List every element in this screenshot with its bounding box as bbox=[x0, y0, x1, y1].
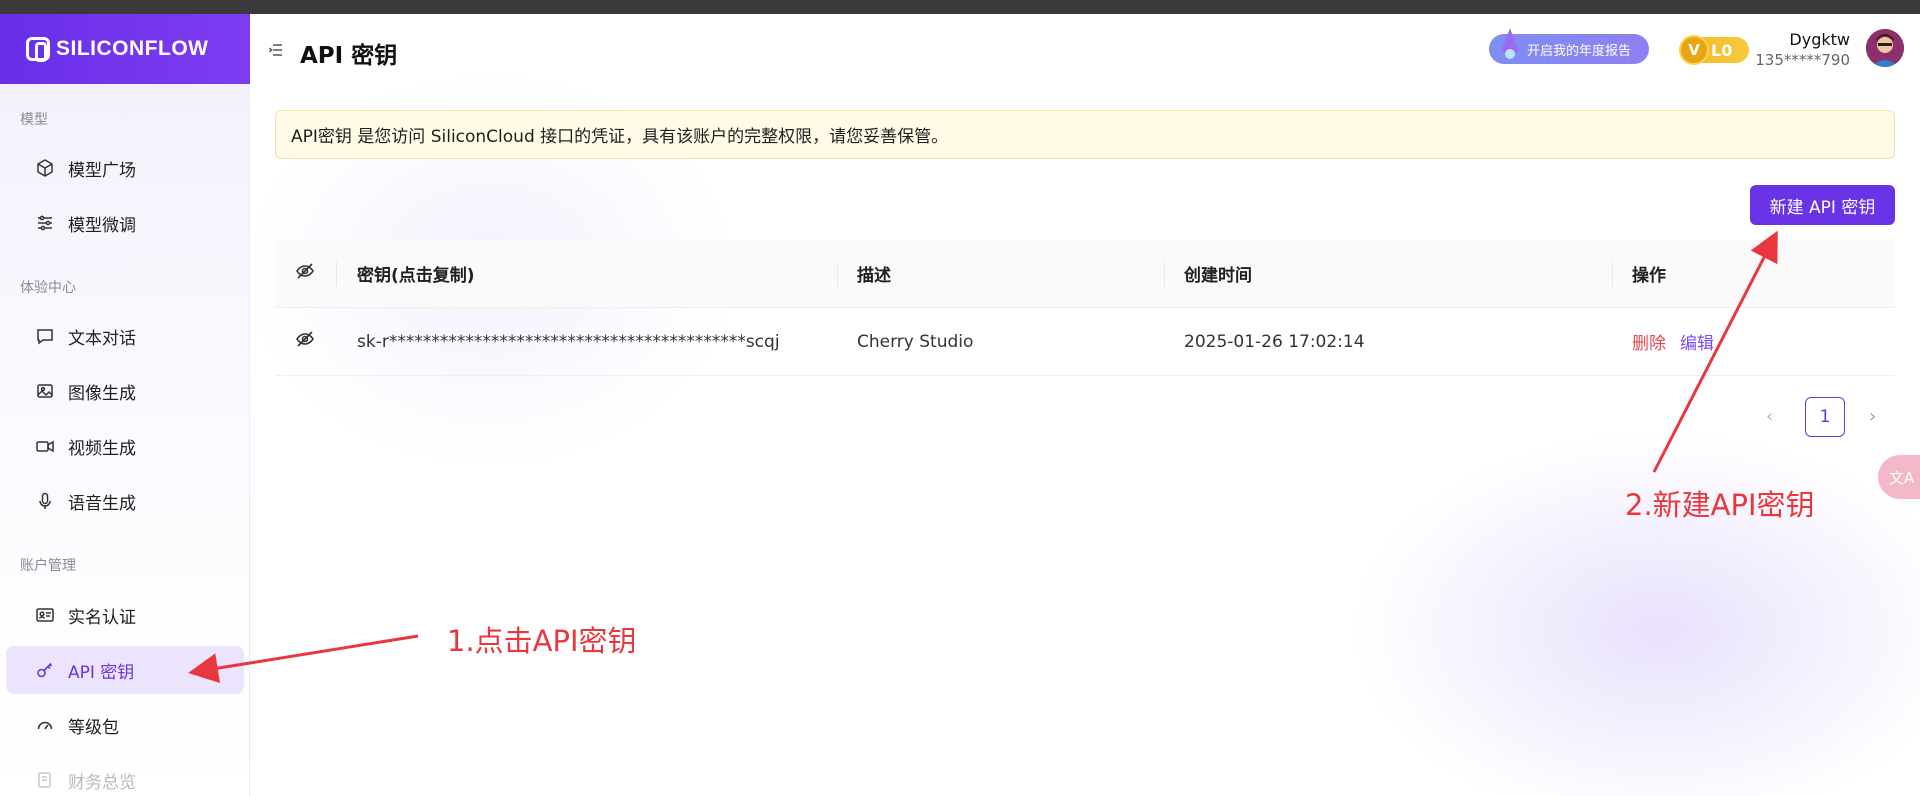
column-header-actions: 操作 bbox=[1632, 266, 1666, 286]
chat-bubble-icon bbox=[34, 325, 56, 347]
video-camera-icon bbox=[34, 435, 56, 457]
column-divider bbox=[1164, 262, 1165, 286]
api-key-description: Cherry Studio bbox=[857, 331, 974, 352]
notice-text: API密钥 是您访问 SiliconCloud 接口的凭证，具有该账户的完整权限… bbox=[291, 127, 949, 147]
pagination-prev-button[interactable]: ‹ bbox=[1766, 406, 1773, 427]
sidebar-item-text-chat[interactable]: 文本对话 bbox=[6, 312, 244, 360]
api-key-actions: 删除 编辑 bbox=[1632, 308, 1714, 375]
eye-slash-icon bbox=[295, 261, 315, 286]
vip-v-icon: V bbox=[1679, 35, 1709, 65]
toggle-visibility-all[interactable] bbox=[275, 240, 335, 307]
sliders-icon bbox=[34, 212, 56, 234]
microphone-icon bbox=[34, 490, 56, 512]
logo[interactable]: SILICONFLOW bbox=[0, 14, 250, 84]
delete-key-link[interactable]: 删除 bbox=[1632, 329, 1666, 354]
api-key-table: 密钥(点击复制) 描述 创建时间 操作 sk-r****************… bbox=[275, 240, 1895, 376]
api-key-value[interactable]: sk-r************************************… bbox=[357, 308, 780, 375]
logo-text: SILICONFLOW bbox=[56, 37, 209, 60]
section-title-models: 模型 bbox=[20, 112, 48, 128]
column-header-key: 密钥(点击复制) bbox=[357, 266, 475, 286]
sidebar-item-label: 语音生成 bbox=[68, 493, 136, 514]
edit-key-link[interactable]: 编辑 bbox=[1680, 329, 1714, 354]
sidebar-item-label: 财务总览 bbox=[68, 772, 136, 793]
sidebar-item-label: 等级包 bbox=[68, 717, 119, 738]
siliconflow-logo-icon bbox=[26, 37, 50, 62]
column-header-created: 创建时间 bbox=[1184, 266, 1252, 286]
sidebar: SILICONFLOW 模型 模型广场 模型微调 体验中心 文本对话 图像生成 … bbox=[0, 14, 250, 796]
collapse-menu-icon[interactable] bbox=[268, 42, 284, 62]
level-badge[interactable]: V L0 bbox=[1679, 35, 1749, 65]
sidebar-item-real-name[interactable]: 实名认证 bbox=[6, 591, 244, 639]
user-phone: 135*****790 bbox=[1755, 51, 1850, 69]
id-card-icon bbox=[34, 604, 56, 626]
sidebar-item-image-gen[interactable]: 图像生成 bbox=[6, 367, 244, 415]
sidebar-item-label: 视频生成 bbox=[68, 438, 136, 459]
avatar[interactable] bbox=[1866, 29, 1904, 67]
sidebar-item-api-keys[interactable]: API 密钥 bbox=[6, 646, 244, 694]
wizard-hat-icon bbox=[1497, 26, 1523, 60]
api-key-created-at: 2025-01-26 17:02:14 bbox=[1184, 331, 1365, 352]
table-header: 密钥(点击复制) 描述 创建时间 操作 bbox=[275, 240, 1895, 308]
api-key-notice: API密钥 是您访问 SiliconCloud 接口的凭证，具有该账户的完整权限… bbox=[275, 110, 1895, 159]
column-divider bbox=[837, 262, 838, 286]
eye-slash-icon bbox=[295, 329, 315, 354]
column-divider bbox=[336, 262, 337, 286]
sidebar-item-label: 文本对话 bbox=[68, 328, 136, 349]
sidebar-item-finance[interactable]: 财务总览 bbox=[6, 756, 244, 796]
pagination-page-1[interactable]: 1 bbox=[1805, 397, 1845, 437]
column-header-description: 描述 bbox=[857, 266, 891, 286]
browser-top-strip bbox=[0, 0, 1920, 14]
section-title-playground: 体验中心 bbox=[20, 280, 76, 296]
level-badge-label: L0 bbox=[1711, 40, 1733, 60]
gauge-icon bbox=[34, 714, 56, 736]
annotation-step-1: 1.点击API密钥 bbox=[447, 624, 637, 658]
pagination-next-button[interactable]: › bbox=[1869, 406, 1876, 427]
sidebar-item-model-finetune[interactable]: 模型微调 bbox=[6, 199, 244, 247]
sidebar-item-label: 模型微调 bbox=[68, 215, 136, 236]
sidebar-item-label: 模型广场 bbox=[68, 160, 136, 181]
sidebar-item-label: 实名认证 bbox=[68, 607, 136, 628]
annual-report-button[interactable]: 开启我的年度报告 bbox=[1489, 28, 1649, 64]
image-icon bbox=[34, 380, 56, 402]
sidebar-item-label: 图像生成 bbox=[68, 383, 136, 404]
sidebar-item-label: API 密钥 bbox=[68, 662, 135, 683]
annual-report-label: 开启我的年度报告 bbox=[1527, 43, 1632, 59]
user-name: Dygktw bbox=[1789, 30, 1850, 49]
sidebar-item-voice-gen[interactable]: 语音生成 bbox=[6, 477, 244, 525]
sidebar-item-video-gen[interactable]: 视频生成 bbox=[6, 422, 244, 470]
sidebar-item-model-square[interactable]: 模型广场 bbox=[6, 144, 244, 192]
annotation-step-2: 2.新建API密钥 bbox=[1625, 488, 1815, 522]
column-divider bbox=[1612, 262, 1613, 286]
section-title-account: 账户管理 bbox=[20, 558, 76, 574]
new-api-key-button[interactable]: 新建 API 密钥 bbox=[1750, 185, 1895, 225]
table-row: sk-r************************************… bbox=[275, 308, 1895, 376]
translate-button[interactable]: 文A bbox=[1878, 455, 1920, 499]
key-icon bbox=[34, 659, 56, 681]
page-title: API 密钥 bbox=[300, 43, 398, 69]
finance-icon bbox=[34, 769, 56, 791]
toggle-key-visibility[interactable] bbox=[275, 308, 335, 375]
cube-icon bbox=[34, 157, 56, 179]
sidebar-item-level-package[interactable]: 等级包 bbox=[6, 701, 244, 749]
